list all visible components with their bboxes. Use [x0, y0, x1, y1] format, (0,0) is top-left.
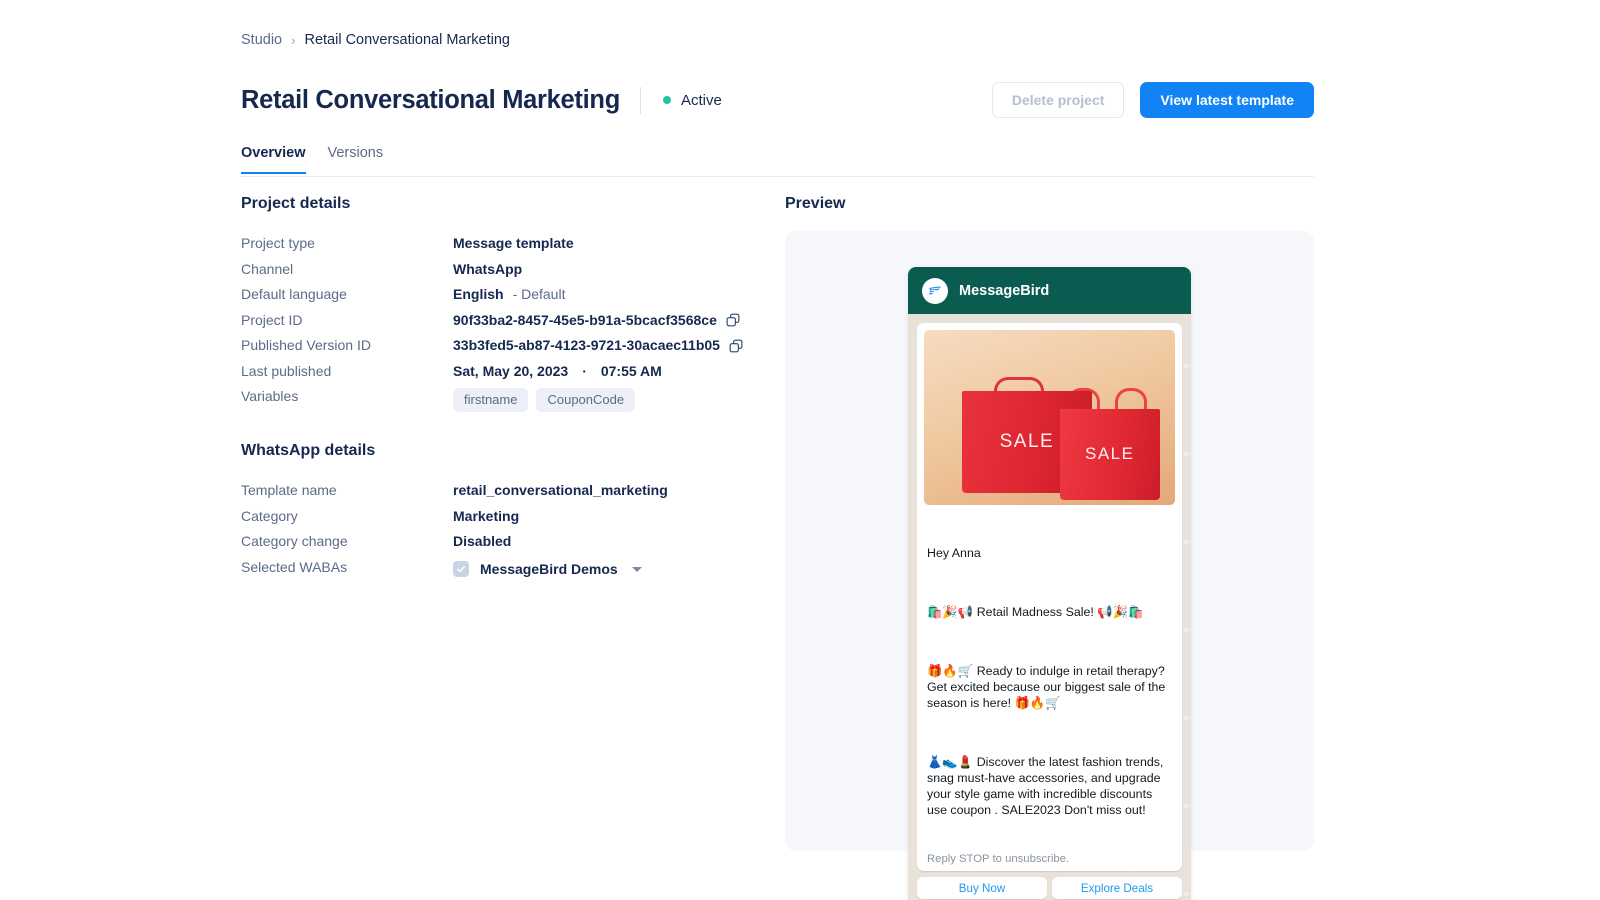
value-last-published-group: Sat, May 20, 2023 · 07:55 AM: [453, 359, 662, 385]
header-actions: Delete project View latest template: [991, 82, 1314, 118]
quick-reply-button-row: Buy Now Explore Deals: [917, 877, 1182, 899]
shopping-bag-small: SALE: [1059, 408, 1160, 500]
status-label: Active: [680, 91, 722, 109]
variable-chip[interactable]: firstname: [453, 388, 529, 412]
default-language-suffix: - Default: [512, 286, 566, 302]
breadcrumb-separator-icon: ›: [291, 32, 296, 48]
preview-heading: Preview: [785, 195, 846, 212]
value-channel: WhatsApp: [453, 260, 523, 277]
message-paragraph: 👗👟💄 Discover the latest fashion trends, …: [927, 755, 1167, 817]
label-template-name: Template name: [241, 482, 337, 498]
preview-sender-name: MessageBird: [959, 282, 1050, 299]
explore-deals-button[interactable]: Explore Deals: [1052, 877, 1182, 899]
page-root: Studio › Retail Conversational Marketing…: [0, 0, 1600, 900]
hero-sale-text: SALE: [1084, 444, 1135, 464]
row-selected-wabas: Selected WABAs MessageBird Demos: [241, 555, 761, 583]
message-greeting: Hey Anna: [927, 546, 981, 560]
row-channel: Channel WhatsApp: [241, 257, 761, 283]
message-body: Hey Anna 🛍️🎉📢 Retail Madness Sale! 📢🎉🛍️ …: [924, 505, 1175, 853]
label-category: Category: [241, 507, 298, 524]
title-divider: [639, 86, 641, 114]
whatsapp-details-heading: WhatsApp details: [241, 442, 376, 459]
label-category-change: Category change: [241, 533, 348, 549]
project-details-heading: Project details: [241, 195, 351, 212]
label-project-type: Project type: [241, 235, 315, 251]
label-project-id: Project ID: [241, 311, 303, 328]
row-template-name: Template name retail_conversational_mark…: [241, 478, 761, 504]
chat-background: SALE SALE Hey Anna 🛍️🎉📢 Retail Madness S…: [908, 314, 1191, 900]
message-paragraph: 🛍️🎉📢 Retail Madness Sale! 📢🎉🛍️: [927, 605, 1144, 619]
status-badge: Active: [662, 91, 722, 109]
label-channel: Channel: [241, 260, 294, 277]
value-project-id-group: 90f33ba2-8457-45e5-b91a-5bcacf3568ce: [453, 308, 740, 334]
last-published-separator: ·: [582, 362, 587, 379]
value-category: Marketing: [453, 507, 520, 524]
page-title: Retail Conversational Marketing: [241, 85, 620, 114]
page-header: Retail Conversational Marketing Active D…: [241, 80, 1314, 120]
message-paragraph: 🎁🔥🛒 Ready to indulge in retail therapy? …: [927, 664, 1169, 710]
value-default-language: English - Default: [453, 282, 565, 308]
delete-project-button[interactable]: Delete project: [991, 82, 1125, 118]
buy-now-button[interactable]: Buy Now: [917, 877, 1047, 899]
view-latest-template-button[interactable]: View latest template: [1140, 82, 1314, 118]
tab-bar: Overview Versions: [241, 145, 1314, 177]
row-category-change: Category change Disabled: [241, 529, 761, 555]
details-column: Project details Project type Message tem…: [241, 195, 761, 582]
copy-icon[interactable]: [729, 339, 743, 353]
label-last-published: Last published: [241, 362, 332, 379]
value-published-version-id-group: 33b3fed5-ab87-4123-9721-30acaec11b05: [453, 333, 743, 359]
message-bubble: SALE SALE Hey Anna 🛍️🎉📢 Retail Madness S…: [917, 323, 1182, 871]
last-published-time: 07:55 AM: [600, 362, 662, 379]
label-selected-wabas: Selected WABAs: [241, 558, 348, 575]
label-published-version-id: Published Version ID: [241, 337, 371, 353]
copy-icon[interactable]: [726, 313, 740, 327]
preview-header: MessageBird: [908, 267, 1191, 314]
label-variables: Variables: [241, 388, 299, 404]
checkbox-checked-icon[interactable]: [453, 561, 469, 578]
row-variables: Variables firstname CouponCode: [241, 384, 761, 412]
messagebird-logo-icon: [922, 277, 948, 304]
row-published-version-id: Published Version ID 33b3fed5-ab87-4123-…: [241, 333, 761, 359]
row-category: Category Marketing: [241, 504, 761, 530]
selected-waba-control[interactable]: MessageBird Demos: [453, 555, 642, 583]
row-project-id: Project ID 90f33ba2-8457-45e5-b91a-5bcac…: [241, 308, 761, 334]
chevron-down-icon[interactable]: [631, 566, 642, 572]
row-default-language: Default language English - Default: [241, 282, 761, 308]
row-project-type: Project type Message template: [241, 231, 761, 257]
value-project-id: 90f33ba2-8457-45e5-b91a-5bcacf3568ce: [453, 311, 717, 328]
status-dot-icon: [662, 96, 671, 104]
breadcrumb-current: Retail Conversational Marketing: [304, 32, 510, 48]
variables-chip-list: firstname CouponCode: [453, 384, 636, 412]
value-category-change: Disabled: [453, 533, 512, 549]
message-footer: Reply STOP to unsubscribe.: [927, 853, 1070, 865]
whatsapp-preview-card: MessageBird SALE SALE Hey Anna 🛍️🎉📢 Reta…: [908, 267, 1191, 900]
last-published-date: Sat, May 20, 2023: [453, 362, 569, 379]
preview-panel: MessageBird SALE SALE Hey Anna 🛍️🎉📢 Reta…: [785, 231, 1314, 900]
hero-image-sale-bags: SALE SALE: [924, 330, 1175, 505]
variable-chip[interactable]: CouponCode: [536, 388, 636, 412]
bag-handle-icon: [1114, 387, 1148, 411]
hero-sale-text: SALE: [999, 431, 1055, 452]
value-template-name: retail_conversational_marketing: [453, 482, 668, 498]
value-published-version-id: 33b3fed5-ab87-4123-9721-30acaec11b05: [453, 337, 720, 353]
label-default-language: Default language: [241, 286, 347, 302]
row-last-published: Last published Sat, May 20, 2023 · 07:55…: [241, 359, 761, 385]
default-language-name: English: [453, 286, 504, 302]
value-project-type: Message template: [453, 235, 574, 251]
selected-waba-name: MessageBird Demos: [480, 560, 618, 577]
breadcrumb: Studio › Retail Conversational Marketing: [241, 32, 510, 48]
breadcrumb-root-link[interactable]: Studio: [241, 32, 282, 48]
tab-versions[interactable]: Versions: [328, 145, 384, 174]
preview-column: Preview MessageBird SALE SALE Hey Anna 🛍…: [785, 195, 1315, 900]
tab-overview[interactable]: Overview: [241, 145, 306, 174]
